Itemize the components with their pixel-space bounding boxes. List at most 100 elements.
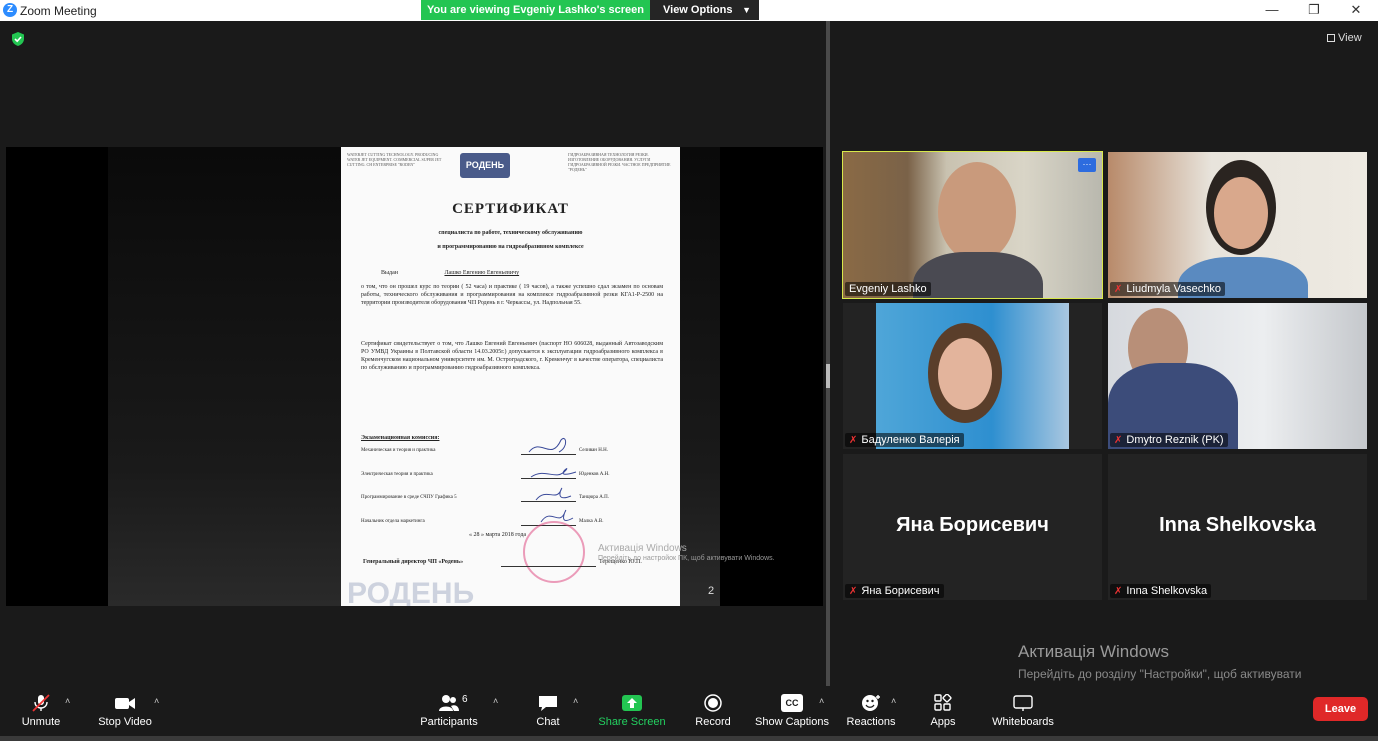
participant-shirt [913,252,1043,298]
chat-button[interactable]: Chat [528,686,568,736]
muted-mic-icon: ✗ [1114,435,1123,446]
gallery-view-button[interactable]: View [1327,32,1362,44]
window-title: Zoom Meeting [20,4,97,18]
chat-options-caret[interactable]: ˄ [573,696,578,706]
certificate-paragraph-1: о том, что он прошел курс по теории ( 52… [361,284,663,306]
whiteboards-label: Whiteboards [992,716,1054,728]
participant-name-tag: ✗ Inna Shelkovska [1110,584,1212,598]
participant-name-tag: ✗ Dmytro Reznik (PK) [1110,433,1228,447]
participant-name: Inna Shelkovska [1126,585,1208,597]
participant-face [938,162,1016,262]
zoom-logo-icon: Z [3,3,17,17]
muted-mic-icon: ✗ [1114,284,1123,295]
video-tile-yana-borysevych[interactable]: Яна Борисевич ✗ Яна Борисевич [843,454,1102,600]
participants-button[interactable]: 6 Participants [418,686,480,736]
video-tile-inna-shelkovska[interactable]: Inna Shelkovska ✗ Inna Shelkovska [1108,454,1367,600]
chevron-down-icon: ▼ [742,5,751,15]
director-label: Генеральный директор ЧП «Родень» [363,559,464,565]
divider-drag-handle[interactable] [826,364,830,388]
apps-button[interactable]: Apps [924,686,962,736]
grid-view-icon [1327,34,1335,42]
certificate-date: « 28 » марта 2018 года [469,532,527,538]
participant-name: Dmytro Reznik (PK) [1126,434,1224,446]
chat-bubble-icon [539,696,557,711]
examiner-subject: Механическая и теория и практика [361,448,436,453]
footer-watermark: РОДЕНЬ [347,577,475,606]
share-screen-label: Share Screen [598,716,666,728]
smiley-icon [862,695,880,711]
panel-divider[interactable] [826,21,830,686]
reactions-options-caret[interactable]: ˄ [891,696,896,706]
view-options-button[interactable]: View Options ▼ [650,0,759,20]
record-label: Record [695,716,731,728]
participant-display-name: Яна Борисевич [896,514,1049,536]
header-left-text: WATERJET CUTTING TECHNOLOGY. PRODUCING W… [347,152,442,167]
examiner-subject: Программирование в среде СЧПУ Графика 5 [361,495,457,500]
page-number: 2 [708,585,715,597]
participants-icon [439,695,459,711]
video-options-caret[interactable]: ˄ [154,696,159,706]
certificate-subtitle-1: специалиста по работе, техническому обсл… [438,230,583,236]
participant-face [1214,177,1268,249]
meeting-toolbar: Unmute ˄ Stop Video ˄ 6 Participants ˄ C… [0,686,1378,741]
show-captions-label: Show Captions [755,716,829,728]
issued-to-label: Выдан [381,270,398,276]
participant-name: Evgeniy Lashko [849,283,927,295]
participant-face [938,338,992,410]
participant-name: Liudmyla Vasechko [1126,283,1221,295]
issued-to-name: Лашко Евгению Евгеньевичу [444,270,520,276]
shared-screen[interactable]: WATERJET CUTTING TECHNOLOGY. PRODUCING W… [6,147,823,606]
participant-name: Бадуленко Валерія [861,434,960,446]
unmute-button[interactable]: Unmute [16,686,66,736]
video-tile-liudmyla-vasechko[interactable]: ✗ Liudmyla Vasechko [1108,152,1367,298]
issued-to-row: Выдан Лашко Евгению Евгеньевичу [361,269,663,277]
muted-mic-icon: ✗ [849,586,858,597]
roden-logo: РОДЕНЬ [460,153,510,178]
reactions-label: Reactions [846,716,896,728]
share-screen-icon [622,695,642,711]
muted-microphone-icon [32,694,50,712]
view-options-label: View Options [663,4,733,16]
examiner-subject: Начальник отдела маркетинга [361,519,425,524]
view-label: View [1338,32,1362,44]
certificate-document: WATERJET CUTTING TECHNOLOGY. PRODUCING W… [341,147,680,606]
video-tile-evgeniy-lashko[interactable]: ··· Evgeniy Lashko [842,151,1103,299]
video-camera-icon [115,698,135,709]
whiteboards-button[interactable]: Whiteboards [988,686,1058,736]
shared-desktop: WATERJET CUTTING TECHNOLOGY. PRODUCING W… [108,147,720,606]
closed-captions-icon: CC [781,694,803,712]
participants-label: Participants [420,716,478,728]
apps-label: Apps [930,716,956,728]
show-captions-button[interactable]: CC Show Captions [754,686,830,736]
video-tile-dmytro-reznik[interactable]: ✗ Dmytro Reznik (PK) [1108,303,1367,449]
commission-label: Экзаменационная комиссия: [361,435,440,441]
audio-options-caret[interactable]: ˄ [65,696,70,706]
certificate-title: СЕРТИФИКАТ [452,201,569,217]
taskbar-edge [0,736,1378,741]
company-stamp [523,521,585,583]
reactions-button[interactable]: Reactions [845,686,897,736]
certificate-subtitle-2: и программированию на гидроабразивном ко… [437,244,584,250]
activation-watermark-title: Активація Windows [598,543,687,554]
more-options-icon[interactable]: ··· [1078,158,1096,172]
record-button[interactable]: Record [690,686,736,736]
document-header: WATERJET CUTTING TECHNOLOGY. PRODUCING W… [347,152,674,186]
restore-button[interactable]: ❐ [1299,2,1329,18]
participant-name-tag: Evgeniy Lashko [845,282,931,296]
minimize-button[interactable]: — [1257,2,1287,17]
stop-video-button[interactable]: Stop Video [95,686,155,736]
captions-options-caret[interactable]: ˄ [819,696,824,706]
participants-options-caret[interactable]: ˄ [493,696,498,706]
header-right-text: ГИДРОАБРАЗИВНАЯ ТЕХНОЛОГИЯ РЕЗКИ. ИЗГОТО… [568,152,671,172]
leave-meeting-button[interactable]: Leave [1313,697,1368,721]
whiteboard-icon [1013,695,1033,711]
participants-count: 6 [462,694,468,705]
video-tile-badulenko-valeriia[interactable]: ✗ Бадуленко Валерія [843,303,1102,449]
windows-activation-title: Активація Windows [1018,642,1169,661]
security-shield-icon[interactable] [11,32,25,46]
certificate-paragraph-2: Сертификат свидетельствует о том, что Ла… [361,341,663,371]
close-button[interactable]: ✕ [1341,2,1371,18]
signature-line [501,566,596,567]
muted-mic-icon: ✗ [1114,586,1123,597]
share-screen-button[interactable]: Share Screen [598,686,666,736]
